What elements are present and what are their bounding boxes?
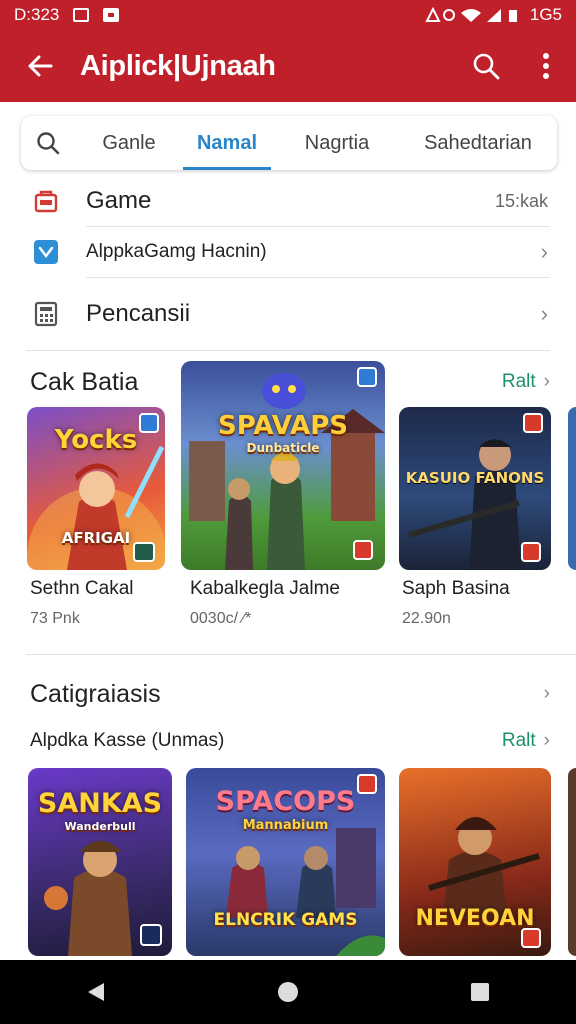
badge-icon <box>523 413 543 433</box>
see-all-link[interactable]: Ralt › <box>502 730 550 752</box>
card-meta: 0030c/ ⁄* <box>190 610 252 627</box>
nav-back-button[interactable] <box>56 960 136 1024</box>
app-bar: D:323 1G5 Aiplick|Ujnaah <box>0 0 576 102</box>
more-options-button[interactable] <box>516 30 576 102</box>
badge-icon <box>357 774 377 794</box>
tab-search-button[interactable] <box>21 130 75 156</box>
badge-icon <box>353 540 373 560</box>
cover-title: KASUIO FANONS <box>405 469 545 487</box>
chevron-right-icon: › <box>540 301 548 326</box>
list-item-meta: 15:kak <box>494 190 548 211</box>
cover-title: SPAVAPS <box>217 411 348 441</box>
section-subtitle: Alpdka Kasse (Unmas) <box>30 730 225 751</box>
game-card-cover-partial[interactable] <box>568 407 576 570</box>
cover-title: SPACOPS <box>215 786 356 817</box>
tab-nagrtia[interactable]: Nagrtia <box>271 116 403 170</box>
toolbar: Aiplick|Ujnaah <box>0 30 576 102</box>
cover-title: SANKAS <box>37 788 163 819</box>
nav-home-button[interactable] <box>248 960 328 1024</box>
cover-subtitle: Mannabium <box>242 818 329 833</box>
search-icon <box>473 53 500 80</box>
triangle-back-icon <box>88 983 104 1001</box>
image-notification-icon <box>73 8 90 22</box>
badge-icon <box>357 367 377 387</box>
section-title: Cak Batia <box>30 367 139 396</box>
game-card-cover[interactable]: SPAVAPS Dunbaticle <box>181 361 385 570</box>
chevron-right-icon: › <box>543 371 550 392</box>
tab-ganle[interactable]: Ganle <box>75 116 183 170</box>
tab-bar: Ganle Namal Nagrtia Sahedtarian <box>21 116 557 170</box>
nav-recents-button[interactable] <box>440 960 520 1024</box>
game-card-cover[interactable]: Yocks AFRIGAI <box>27 407 165 570</box>
tab-sahedtarian[interactable]: Sahedtarian <box>403 116 553 170</box>
cover-banner: Dunbaticle <box>246 441 320 455</box>
section-subheader: Alpdka Kasse (Unmas) Ralt › <box>30 728 550 754</box>
arrow-left-icon <box>28 55 53 77</box>
search-icon <box>37 132 60 155</box>
list-item-label: Game <box>86 187 152 214</box>
card-title: Saph Basina <box>402 578 510 599</box>
list-item-label: AlppkaGamg Hacnin) <box>86 241 267 262</box>
chevron-right-icon: › <box>543 730 550 751</box>
section-title: Catigraiasis <box>30 679 161 708</box>
signal-icons <box>425 7 517 22</box>
badge-icon <box>139 413 159 433</box>
badge-icon <box>521 928 541 948</box>
card-title: Kabalkegla Jalme <box>190 578 340 599</box>
menu-list: Game 15:kak AlppkaGamg Hacnin) › Pencans… <box>0 176 576 351</box>
badge-icon <box>521 542 541 562</box>
list-item-alppkagamg[interactable]: AlppkaGamg Hacnin) › <box>0 227 576 277</box>
app-notification-icon <box>103 8 120 22</box>
bag-icon <box>32 187 60 215</box>
game-card-cover[interactable]: KASUIO FANONS <box>399 407 551 570</box>
cover-footer: ELNCRIK GAMS <box>213 910 358 930</box>
card-meta: 73 Pnk <box>30 610 80 627</box>
square-recents-icon <box>471 983 489 1001</box>
divider <box>26 350 550 351</box>
back-button[interactable] <box>0 30 80 102</box>
app-icon <box>32 238 60 266</box>
system-nav-bar <box>0 960 576 1024</box>
more-vert-icon <box>543 53 549 79</box>
see-all-label: Ralt <box>501 371 536 392</box>
status-right-text: 1G5 <box>529 5 562 24</box>
calculator-icon <box>32 300 60 328</box>
app-title: Aiplick|Ujnaah <box>80 49 276 82</box>
search-button[interactable] <box>456 30 516 102</box>
status-time: D:323 <box>14 5 60 24</box>
game-cover[interactable]: SANKAS Wanderbull <box>28 768 172 956</box>
chevron-right-icon: › <box>540 239 548 264</box>
game-cover-partial[interactable] <box>568 768 576 956</box>
see-all-link[interactable]: Ralt › <box>502 371 550 393</box>
cover-subtitle: Wanderbull <box>64 820 136 833</box>
section-header[interactable]: Catigraiasis › <box>30 676 550 712</box>
circle-home-icon <box>278 982 298 1002</box>
cover-art <box>189 373 385 570</box>
card-title: Sethn Cakal <box>30 578 134 599</box>
see-all-label: Ralt <box>501 730 536 751</box>
game-cover[interactable]: SPACOPS Mannabium ELNCRIK GAMS <box>186 768 385 956</box>
badge-icon <box>140 924 162 946</box>
game-cover[interactable]: NEVEOAN <box>399 768 551 956</box>
badge-icon <box>133 542 155 562</box>
divider <box>26 654 576 655</box>
status-bar: D:323 1G5 <box>0 0 576 30</box>
section-arrow: › <box>544 683 550 705</box>
tab-namal[interactable]: Namal <box>183 116 271 170</box>
list-item-game[interactable]: Game 15:kak <box>0 176 576 226</box>
card-meta: 22.90n <box>402 610 451 627</box>
chevron-right-icon: › <box>543 683 550 704</box>
list-item-label: Pencansii <box>86 300 191 327</box>
list-item-pencansii[interactable]: Pencansii › <box>0 278 576 350</box>
